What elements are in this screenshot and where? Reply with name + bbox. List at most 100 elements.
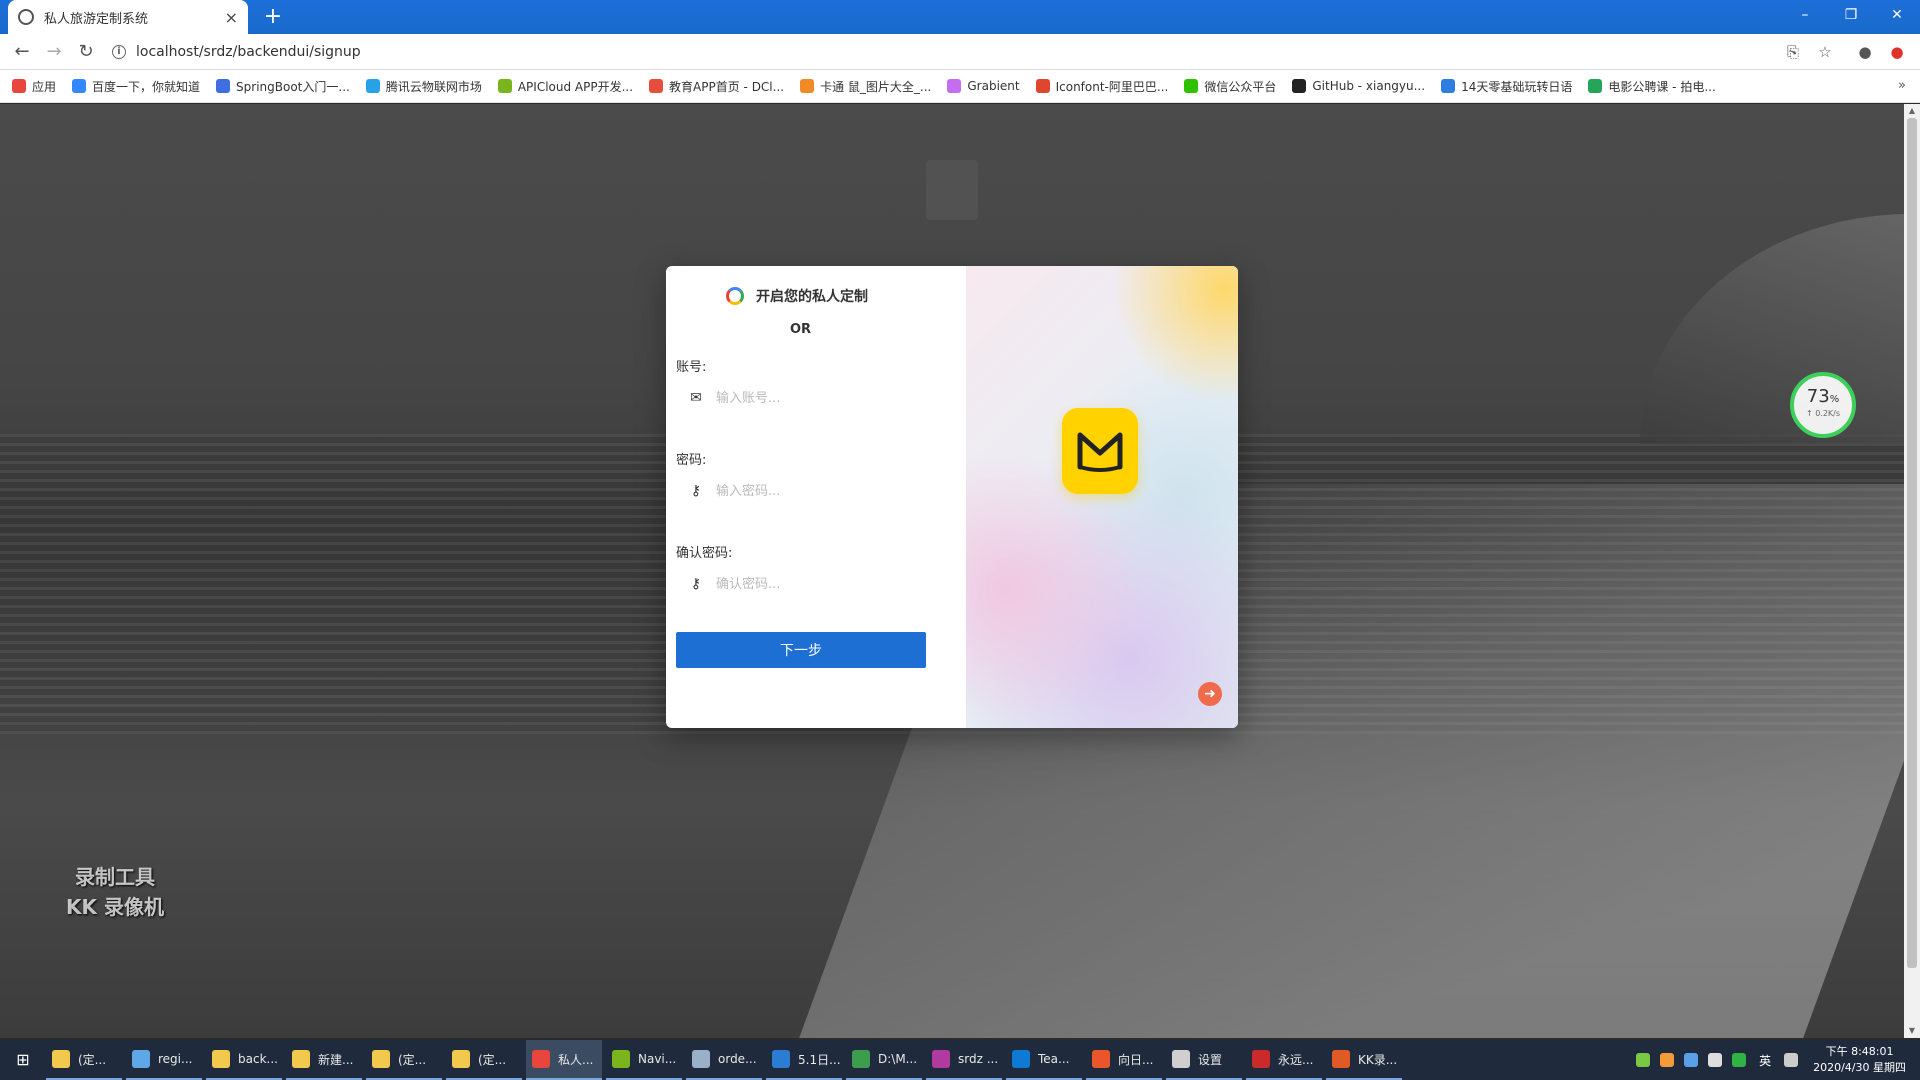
taskbar-app-item[interactable]: 设置 <box>1166 1040 1242 1080</box>
taskbar-app-item[interactable]: (定... <box>366 1040 442 1080</box>
bookmark-item[interactable]: 应用 <box>12 78 56 95</box>
app-logo-icon <box>1062 408 1138 494</box>
network-tray-icon[interactable] <box>1684 1053 1699 1067</box>
scrollbar-thumb[interactable] <box>1907 118 1917 968</box>
bookmark-item[interactable]: GitHub - xiangyu... <box>1292 79 1425 93</box>
restore-button[interactable]: ❐ <box>1828 0 1874 30</box>
taskbar-app-icon <box>52 1050 70 1068</box>
bookmark-item[interactable]: 腾讯云物联网市场 <box>365 78 482 95</box>
taskbar-app-item[interactable]: (定... <box>46 1040 122 1080</box>
taskbar-app-item[interactable]: (定... <box>446 1040 522 1080</box>
clock[interactable]: 下午 8:48:01 2020/4/30 星期四 <box>1813 1044 1906 1076</box>
taskbar-app-label: (定... <box>398 1052 427 1067</box>
decorative-gradient-panel: ➜ <box>966 266 1238 728</box>
taskbar-app-item[interactable]: orde... <box>686 1040 762 1080</box>
bookmark-item[interactable]: 百度一下，你就知道 <box>72 78 200 95</box>
bookmark-item[interactable]: 电影公聘课 - 拍电... <box>1588 78 1716 95</box>
taskbar-app-item[interactable]: 新建... <box>286 1040 362 1080</box>
taskbar-app-item[interactable]: 向日... <box>1086 1040 1162 1080</box>
scroll-down-icon[interactable]: ▼ <box>1904 1024 1920 1038</box>
ime-indicator[interactable]: 英 <box>1759 1052 1771 1069</box>
taskbar-apps: (定... regi... back... 新建... (定... (定... 私人... N… <box>46 1040 1406 1080</box>
taskbar-app-icon <box>292 1050 310 1068</box>
bookmark-label: 应用 <box>32 79 57 94</box>
bookmark-item[interactable]: 卡通 鼠_图片大全_... <box>800 78 931 95</box>
form-title-text: 开启您的私人定制 <box>756 289 868 305</box>
keyboard-icon[interactable] <box>1784 1053 1799 1067</box>
bookmark-favicon-icon <box>800 79 815 93</box>
app-tray-icon[interactable] <box>1660 1053 1675 1067</box>
bookmark-label: APICloud APP开发... <box>517 79 634 94</box>
taskbar-app-item[interactable]: back... <box>206 1040 282 1080</box>
windows-start-icon[interactable]: ⊞ <box>0 1040 46 1080</box>
network-speed-widget[interactable]: 73% ↑ 0.2K/s <box>1790 372 1856 438</box>
new-tab-button[interactable]: + <box>260 4 286 30</box>
taskbar-app-item[interactable]: 私人... <box>526 1040 602 1080</box>
bookmark-item[interactable]: 教育APP首页 - DCl... <box>649 78 784 95</box>
url-bar[interactable]: i localhost/srdz/backendui/signup <box>112 39 1772 65</box>
signup-form: 开启您的私人定制 OR 账号: ✉ 密码: ⚷ 确认密码: ⚷ 下一步 <box>666 266 966 728</box>
bookmark-item[interactable]: 14天零基础玩转日语 <box>1441 78 1572 95</box>
taskbar-app-item[interactable]: 5.1日... <box>766 1040 842 1080</box>
taskbar-app-item[interactable]: regi... <box>126 1040 202 1080</box>
taskbar-app-item[interactable]: D:\M... <box>846 1040 922 1080</box>
arrow-right-icon[interactable]: ➜ <box>1198 682 1222 706</box>
taskbar-app-icon <box>1332 1050 1350 1068</box>
taskbar-app-label: Navi... <box>638 1052 677 1066</box>
password-input[interactable] <box>716 476 936 506</box>
confirm-password-input[interactable] <box>716 569 936 599</box>
taskbar-app-icon <box>852 1050 870 1068</box>
bookmark-label: 教育APP首页 - DCl... <box>669 79 785 94</box>
forward-arrow-icon[interactable]: → <box>42 40 66 64</box>
bookmark-item[interactable]: APICloud APP开发... <box>497 78 634 95</box>
profile-icon[interactable]: ● <box>1855 42 1875 62</box>
minimize-button[interactable]: – <box>1782 0 1828 30</box>
memory-percent: 73 <box>1806 386 1830 407</box>
google-icon[interactable] <box>726 287 744 305</box>
translate-icon[interactable]: ⎘ <box>1783 42 1803 62</box>
browser-tab[interactable]: 私人旅游定制系统 × <box>8 0 248 34</box>
bookmark-favicon-icon <box>1588 79 1603 93</box>
extension-icon[interactable]: ● <box>1887 42 1907 62</box>
key-icon: ⚷ <box>690 576 702 592</box>
bookmarks-more-icon[interactable]: » <box>1898 78 1906 93</box>
scroll-up-icon[interactable]: ▲ <box>1904 104 1920 118</box>
account-field-row: ✉ <box>676 378 956 418</box>
bookmark-label: 百度一下，你就知道 <box>92 79 201 94</box>
upload-rate: ↑ 0.2K/s <box>1805 409 1841 418</box>
reload-icon[interactable]: ↻ <box>74 40 98 64</box>
taskbar-app-item[interactable]: srdz ... <box>926 1040 1002 1080</box>
taskbar-app-label: 5.1日... <box>798 1052 841 1067</box>
bookmark-favicon-icon <box>497 79 512 93</box>
tab-close-icon[interactable]: × <box>225 8 238 27</box>
taskbar-app-item[interactable]: Tea... <box>1006 1040 1082 1080</box>
star-icon[interactable]: ☆ <box>1815 42 1835 62</box>
taskbar-app-item[interactable]: KK录... <box>1326 1040 1402 1080</box>
back-arrow-icon[interactable]: ← <box>10 40 34 64</box>
battery-icon[interactable] <box>1636 1053 1651 1067</box>
confirm-password-field-row: ⚷ <box>676 564 956 604</box>
bookmark-item[interactable]: SpringBoot入门一... <box>216 78 350 95</box>
taskbar-app-item[interactable]: 永远... <box>1246 1040 1322 1080</box>
account-input[interactable] <box>716 383 936 413</box>
bookmark-label: 电影公聘课 - 拍电... <box>1608 79 1716 94</box>
taskbar-app-icon <box>772 1050 790 1068</box>
taskbar-app-icon <box>1252 1050 1270 1068</box>
info-icon[interactable]: i <box>112 45 126 59</box>
watermark-line1: 录制工具 <box>75 865 155 889</box>
bookmark-item[interactable]: Iconfont-阿里巴巴... <box>1035 78 1168 95</box>
next-step-button[interactable]: 下一步 <box>676 632 926 668</box>
taskbar-app-item[interactable]: Navi... <box>606 1040 682 1080</box>
volume-icon[interactable] <box>1708 1053 1723 1067</box>
bookmark-label: 腾讯云物联网市场 <box>385 79 482 94</box>
bookmark-item[interactable]: 微信公众平台 <box>1184 78 1276 95</box>
close-window-button[interactable]: ✕ <box>1874 0 1920 30</box>
clock-date: 2020/4/30 星期四 <box>1813 1061 1906 1074</box>
bookmark-item[interactable]: Grabient <box>947 79 1020 93</box>
wechat-tray-icon[interactable] <box>1732 1053 1747 1067</box>
taskbar-app-icon <box>612 1050 630 1068</box>
bookmark-favicon-icon <box>947 79 962 93</box>
account-label: 账号: <box>676 360 707 375</box>
bookmark-favicon-icon <box>649 79 664 93</box>
url-text: localhost/srdz/backendui/signup <box>136 44 361 60</box>
